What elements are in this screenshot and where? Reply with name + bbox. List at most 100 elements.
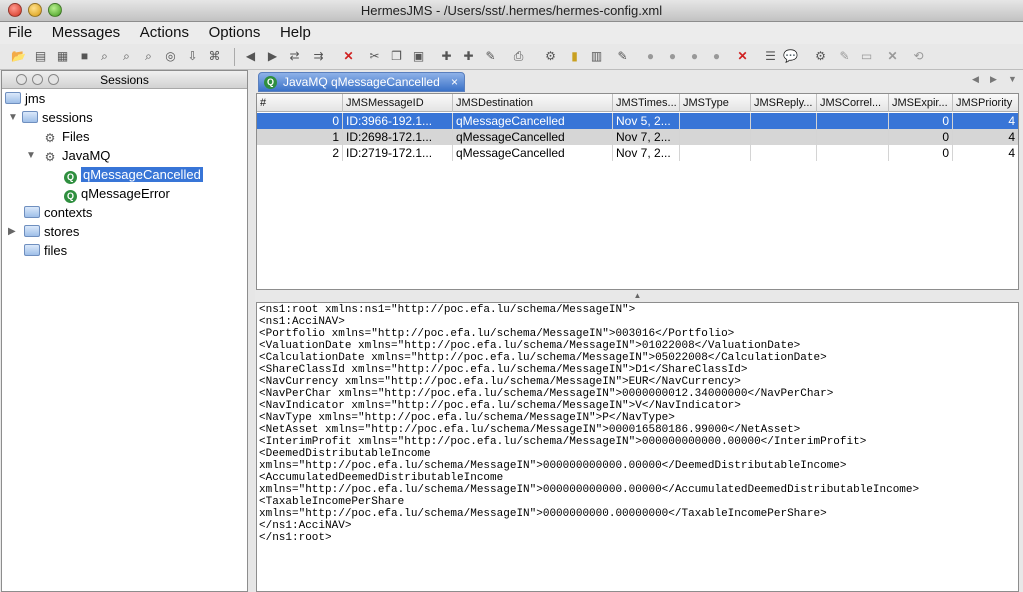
new-xml-icon[interactable]: ✚ [460,48,477,65]
menu-actions[interactable]: Actions [132,22,197,44]
delete-icon[interactable]: ✕ [340,48,357,65]
column-header-correlation-id[interactable]: JMSCorrel... [817,94,889,112]
xml-line: <TaxableIncomePerShare [259,496,405,508]
stop-icon[interactable]: ■ [76,48,93,65]
import-icon[interactable]: ⇩ [184,48,201,65]
xml-line: <InterimProfit xmlns="http://poc.efa.lu/… [259,436,867,448]
zoom-window-button[interactable] [48,3,62,17]
search-icon[interactable]: ⌕ [96,48,113,65]
tree-node-contexts[interactable]: contexts [24,203,92,222]
cell-timestamp: Nov 7, 2... [613,129,680,145]
transfer-icon[interactable]: ⇄ [286,48,303,65]
horizontal-splitter[interactable]: ▲ [256,290,1019,302]
menu-file[interactable]: File [0,22,40,44]
panel-minimize-button[interactable] [32,74,43,85]
column-header-destination[interactable]: JMSDestination [453,94,613,112]
transfer-all-icon[interactable]: ⇉ [310,48,327,65]
tab-javamq-qmessagecancelled[interactable]: Q JavaMQ qMessageCancelled × [258,72,465,92]
toolbar-separator [234,48,235,66]
edit-session-icon[interactable]: ✎ [836,48,853,65]
search-options-icon[interactable]: ⌕ [140,48,157,65]
comment-icon[interactable]: 💬 [782,48,799,65]
copy-icon[interactable]: ❐ [388,48,405,65]
tree-node-sessions[interactable]: sessions [22,108,93,127]
message-body-viewer[interactable]: <ns1:root xmlns:ns1="http://poc.efa.lu/s… [256,302,1019,592]
close-window-button[interactable] [8,3,22,17]
window-icon[interactable]: ▭ [858,48,875,65]
store-icon[interactable]: ▥ [588,48,605,65]
session-config-icon[interactable]: ⚙ [812,48,829,65]
cut-icon[interactable]: ✂ [366,48,383,65]
watch-remove-icon[interactable]: ● [686,48,703,65]
table-row[interactable]: 2 ID:2719-172.1... qMessageCancelled Nov… [257,145,1018,161]
panel-maximize-button[interactable] [48,74,59,85]
watch-add-icon[interactable]: ● [664,48,681,65]
refresh-icon[interactable]: ◎ [162,48,179,65]
column-header-index[interactable]: # [257,94,343,112]
column-header-timestamp[interactable]: JMSTimes... [613,94,680,112]
menu-messages[interactable]: Messages [44,22,128,44]
cell-expiration: 0 [889,145,953,161]
tab-list-icon[interactable]: ▼ [1008,74,1017,84]
xml-icon[interactable]: ⌘ [206,48,223,65]
column-header-priority[interactable]: JMSPriority [953,94,1018,112]
tab-scroll-right-icon[interactable]: ▶ [990,74,997,85]
paste-icon[interactable]: ▣ [410,48,427,65]
folder-icon [24,206,40,218]
cell-expiration: 0 [889,113,953,129]
tab-bar: Q JavaMQ qMessageCancelled × ◀ ▶ ▼ [256,70,1023,92]
vertical-splitter[interactable] [248,70,255,592]
queue-icon: Q [64,190,77,203]
edit-icon[interactable]: ✎ [614,48,631,65]
session-icon[interactable]: ⚙ [542,48,559,65]
tree-node-files[interactable]: files [24,241,67,260]
close-watch-icon[interactable]: ✕ [734,48,751,65]
watch-stop-icon[interactable]: ● [708,48,725,65]
forward-arrow-icon[interactable]: ▶ [264,48,281,65]
edit-xml-icon[interactable]: ✎ [482,48,499,65]
table-row[interactable]: 1 ID:2698-172.1... qMessageCancelled Nov… [257,129,1018,145]
xml-line: xmlns="http://poc.efa.lu/schema/MessageI… [259,460,847,472]
watch-icon[interactable]: ● [642,48,659,65]
xml-line: <NavCurrency xmlns="http://poc.efa.lu/sc… [259,376,741,388]
menu-help[interactable]: Help [272,22,319,44]
sql-search-icon[interactable]: ⌕ [118,48,135,65]
cell-correlation-id [817,145,889,161]
cell-index: 0 [257,113,343,129]
back-arrow-icon[interactable]: ◀ [242,48,259,65]
menu-options[interactable]: Options [201,22,269,44]
xml-export-icon[interactable]: ▦ [54,48,71,65]
minimize-window-button[interactable] [28,3,42,17]
cell-timestamp: Nov 5, 2... [613,113,680,129]
excel-icon[interactable]: ▤ [32,48,49,65]
xml-line: </ns1:root> [259,532,332,544]
expand-toggle-icon[interactable]: ▼ [8,108,18,127]
table-row[interactable]: 0 ID:3966-192.1... qMessageCancelled Nov… [257,113,1018,129]
reconnect-icon[interactable]: ⟲ [910,48,927,65]
new-document-icon[interactable]: ✚ [438,48,455,65]
collapse-toggle-icon[interactable]: ▶ [8,222,16,241]
list-view-icon[interactable]: ☰ [762,48,779,65]
tree-node-stores[interactable]: stores [24,222,79,241]
session-icon: ⚙ [44,150,56,164]
tree-node-files-session[interactable]: ⚙ Files [42,127,90,146]
expand-toggle-icon[interactable]: ▼ [26,146,36,165]
open-folder-icon[interactable]: 📂 [10,48,27,65]
tree-node-qmessageerror[interactable]: QqMessageError [64,184,170,203]
folder-icon[interactable]: ▮ [566,48,583,65]
tree-node-jms[interactable]: jms [5,89,45,108]
column-header-message-id[interactable]: JMSMessageID [343,94,453,112]
print-icon[interactable]: ⎙ [510,48,527,65]
tab-scroll-left-icon[interactable]: ◀ [972,74,979,85]
xml-line: <CalculationDate xmlns="http://poc.efa.l… [259,352,827,364]
xml-line: <NetAsset xmlns="http://poc.efa.lu/schem… [259,424,801,436]
column-header-type[interactable]: JMSType [680,94,751,112]
cell-reply-to [751,145,817,161]
tree-node-qmessagecancelled[interactable]: QqMessageCancelled [64,165,203,184]
panel-close-button[interactable] [16,74,27,85]
column-header-expiration[interactable]: JMSExpir... [889,94,953,112]
tab-close-icon[interactable]: × [451,73,458,91]
column-header-reply-to[interactable]: JMSReply... [751,94,817,112]
close-icon[interactable]: ✕ [884,48,901,65]
tree-node-javamq[interactable]: ⚙ JavaMQ [42,146,111,165]
